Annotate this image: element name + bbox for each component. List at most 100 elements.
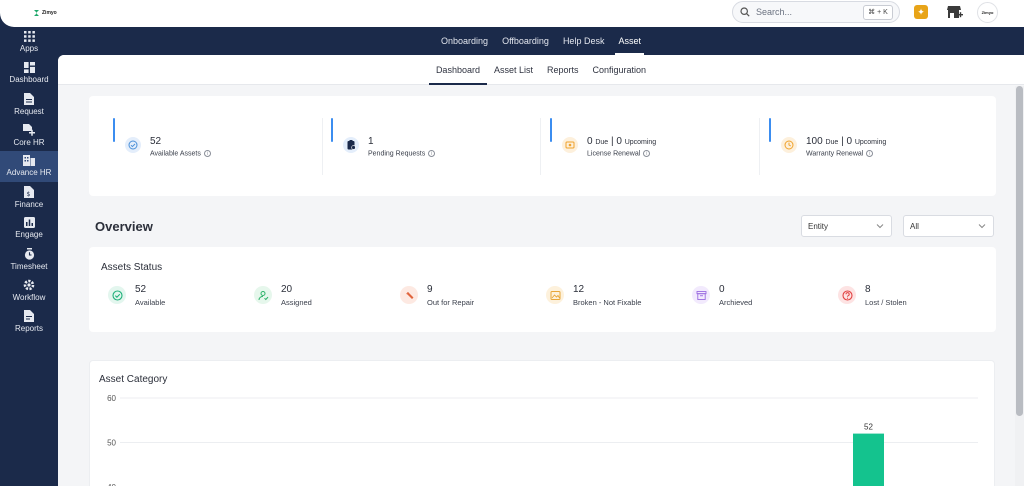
status-label: Available — [135, 298, 166, 307]
sidebar-item-label: Advance HR — [6, 168, 52, 177]
due-label: Due — [825, 139, 839, 146]
bar-value-label: 52 — [864, 423, 873, 432]
sidebar-item-label: Reports — [14, 324, 43, 333]
sidebar-item-label: Request — [14, 107, 44, 116]
stat-label: Pending Requests i — [368, 150, 436, 158]
summary-stats-card: 52 Available Assets i 1 Pending Requests i… — [89, 96, 996, 196]
assigned-user-icon — [254, 286, 272, 304]
stat-accent-bar — [113, 118, 115, 142]
warranty-icon — [781, 137, 797, 153]
sidebar-item-label: Core HR — [13, 138, 45, 147]
sidebar-item-reports[interactable]: Reports — [0, 306, 58, 337]
entity-select-value: Entity — [808, 221, 829, 231]
sidebar-item-finance[interactable]: $ Finance — [0, 182, 58, 213]
sidebar-item-request[interactable]: Request — [0, 89, 58, 120]
stat-available-assets[interactable]: 52 Available Assets i — [113, 118, 323, 175]
avatar-label: Zimyo — [981, 10, 994, 15]
all-select[interactable]: All — [903, 215, 994, 237]
workflow-icon — [23, 279, 35, 291]
core-hr-icon — [23, 124, 35, 136]
sidebar-item-label: Finance — [14, 200, 44, 209]
search-shortcut-badge: ⌘ + K — [863, 4, 893, 20]
tab-reports[interactable]: Reports — [540, 55, 586, 85]
sidebar-item-dashboard[interactable]: Dashboard — [0, 58, 58, 89]
info-icon[interactable]: i — [428, 150, 436, 157]
stat-warranty-renewal[interactable]: 100 Due | 0 Upcoming Warranty Renewal i — [769, 118, 979, 175]
sidebar-item-engage[interactable]: Engage — [0, 213, 58, 244]
sidebar-item-label: Engage — [15, 230, 43, 239]
stat-label-text: Available Assets — [150, 150, 201, 158]
stat-license-renewal[interactable]: 0 Due | 0 Upcoming License Renewal i — [550, 118, 760, 175]
chart-bar[interactable] — [853, 433, 884, 486]
sidebar-item-label: Timesheet — [10, 262, 48, 271]
y-tick-label: 50 — [107, 439, 116, 448]
status-count: 0 — [719, 284, 725, 295]
zimyo-logo-icon — [34, 10, 39, 16]
sidebar-item-core-hr[interactable]: Core HR — [0, 120, 58, 151]
tab-asset[interactable]: Asset — [611, 27, 648, 55]
overview-title: Overview — [95, 219, 153, 234]
tab-configuration[interactable]: Configuration — [586, 55, 654, 85]
apps-grid-icon — [23, 31, 35, 42]
stat-label: Available Assets i — [150, 150, 211, 157]
sidebar-item-timesheet[interactable]: Timesheet — [0, 244, 58, 275]
upcoming-label: Upcoming — [624, 139, 657, 146]
request-icon — [24, 93, 34, 105]
stat-label-text: License Renewal — [587, 150, 641, 158]
asset-category-chart: 60504052 — [107, 394, 978, 486]
status-count: 20 — [281, 284, 293, 295]
stat-label-text: Warranty Renewal — [806, 150, 864, 158]
asset-subnav: Dashboard Asset List Reports Configurati… — [58, 55, 1024, 85]
sidebar-item-apps[interactable]: Apps — [0, 27, 58, 58]
broken-image-icon — [546, 286, 564, 304]
reports-icon — [24, 310, 34, 322]
stat-pending-requests[interactable]: 1 Pending Requests i — [331, 118, 541, 175]
main-content: Dashboard Asset List Reports Configurati… — [58, 55, 1024, 486]
stat-label: License Renewal i — [587, 150, 651, 158]
status-count: 9 — [427, 284, 433, 295]
stat-accent-bar — [331, 118, 333, 142]
warranty-due-count: 100 — [806, 136, 823, 147]
entity-select[interactable]: Entity — [801, 215, 892, 237]
tab-dashboard[interactable]: Dashboard — [428, 55, 487, 85]
store-icon[interactable] — [947, 5, 963, 24]
page-scrollbar-thumb[interactable] — [1016, 86, 1023, 416]
info-icon[interactable]: i — [203, 150, 211, 157]
info-icon[interactable]: i — [866, 150, 874, 157]
chevron-down-icon — [978, 224, 986, 229]
pending-clipboard-icon — [343, 137, 359, 153]
info-icon[interactable]: i — [643, 150, 651, 157]
stat-label: Warranty Renewal i — [806, 150, 874, 158]
sidebar-item-workflow[interactable]: Workflow — [0, 275, 58, 306]
status-count: 52 — [135, 284, 147, 295]
svg-text:$: $ — [27, 191, 31, 198]
warranty-upcoming-count: 0 — [846, 136, 853, 147]
stat-value: 1 — [368, 136, 374, 147]
sidebar-item-label: Dashboard — [9, 75, 49, 84]
advance-hr-icon — [23, 155, 35, 166]
search-icon — [740, 7, 750, 17]
license-due-count: 0 — [587, 136, 593, 147]
tab-asset-list[interactable]: Asset List — [487, 55, 540, 85]
assets-status-card: Assets Status 52 Available 20 Assigned 9… — [89, 247, 996, 332]
stat-value: 0 Due | 0 Upcoming — [587, 136, 657, 147]
tab-offboarding[interactable]: Offboarding — [495, 27, 556, 55]
engage-icon — [23, 217, 35, 228]
ai-assistant-icon[interactable]: ✦ — [914, 5, 928, 19]
check-circle-icon — [125, 137, 141, 153]
check-circle-icon — [108, 286, 126, 304]
tab-help-desk[interactable]: Help Desk — [556, 27, 612, 55]
avatar[interactable]: Zimyo — [977, 2, 998, 23]
brand-logo[interactable]: Zimyo — [34, 10, 57, 16]
status-label: Lost / Stolen — [865, 298, 907, 307]
upcoming-label: Upcoming — [854, 139, 887, 146]
chevron-down-icon — [876, 224, 884, 229]
tab-onboarding[interactable]: Onboarding — [434, 27, 495, 55]
sidebar-item-label: Apps — [19, 44, 39, 53]
stat-label-text: Pending Requests — [368, 150, 426, 158]
sidebar-item-advance-hr[interactable]: Advance HR — [0, 151, 58, 182]
search-input[interactable]: Search... ⌘ + K — [732, 1, 900, 23]
status-label: Broken - Not Fixable — [573, 298, 642, 307]
license-icon — [562, 137, 578, 153]
wrench-icon — [400, 286, 418, 304]
